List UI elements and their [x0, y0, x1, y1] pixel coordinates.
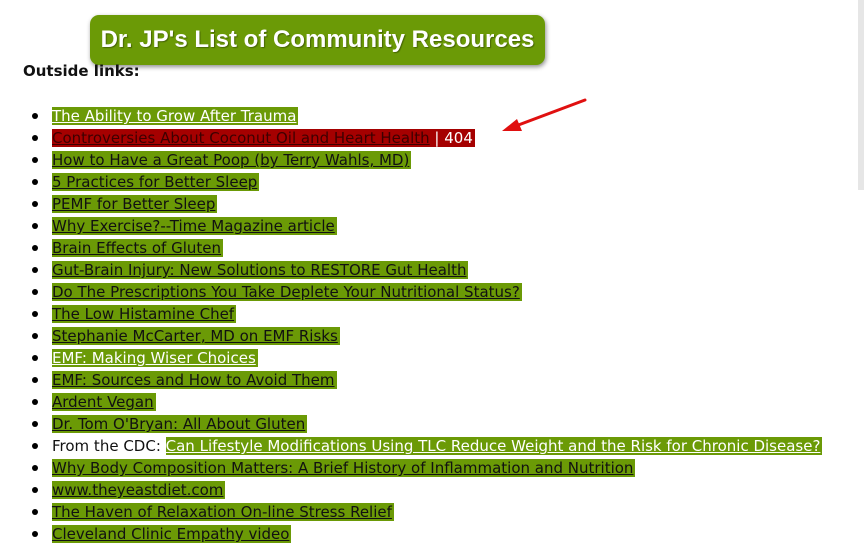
list-item: Dr. Tom O'Bryan: All About Gluten [0, 413, 822, 435]
resource-link[interactable]: Can Lifestyle Modifications Using TLC Re… [165, 437, 823, 455]
list-item: How to Have a Great Poop (by Terry Wahls… [0, 149, 822, 171]
resource-link[interactable]: The Low Histamine Chef [52, 305, 237, 323]
list-item: The Low Histamine Chef [0, 303, 822, 325]
resource-link[interactable]: Brain Effects of Gluten [52, 239, 223, 257]
bullet-dot-icon [32, 377, 38, 383]
bullet-dot-icon [32, 311, 38, 317]
resource-link[interactable]: Cleveland Clinic Empathy video [52, 525, 292, 543]
resource-link[interactable]: Why Exercise?--Time Magazine article [52, 217, 337, 235]
outside-links-list: The Ability to Grow After Trauma Controve… [0, 105, 823, 545]
list-item: PEMF for Better Sleep [0, 193, 822, 215]
bullet-dot-icon [32, 487, 38, 493]
page-title: Dr. JP's List of Community Resources [100, 26, 535, 53]
bullet-dot-icon [32, 289, 38, 295]
list-item: Why Body Composition Matters: A Brief Hi… [0, 457, 822, 479]
list-item: Gut-Brain Injury: New Solutions to RESTO… [0, 259, 822, 281]
bullet-dot-icon [32, 223, 38, 229]
list-item: www.theyeastdiet.com [0, 479, 822, 501]
list-item: Brain Effects of Gluten [0, 237, 822, 259]
section-label-outside-links: Outside links: [23, 62, 140, 80]
bullet-dot-icon [32, 465, 38, 471]
list-item: From the CDC: Can Lifestyle Modification… [0, 435, 823, 457]
link-prefix-text: From the CDC: [52, 437, 166, 455]
list-item: Ardent Vegan [0, 391, 822, 413]
bullet-dot-icon [32, 113, 38, 119]
bullet-dot-icon [32, 421, 38, 427]
list-item: EMF: Making Wiser Choices [0, 347, 822, 369]
list-item: The Ability to Grow After Trauma [0, 105, 822, 127]
bullet-dot-icon [32, 157, 38, 163]
resource-link[interactable]: How to Have a Great Poop (by Terry Wahls… [52, 151, 412, 169]
page-scrollbar[interactable] [858, 0, 864, 190]
resource-link[interactable]: 5 Practices for Better Sleep [52, 173, 260, 191]
bullet-dot-icon [32, 509, 38, 515]
broken-resource-link[interactable]: Controversies About Coconut Oil and Hear… [52, 129, 430, 147]
status-separator: | [429, 129, 445, 147]
resource-link[interactable]: The Ability to Grow After Trauma [52, 107, 299, 125]
list-item: Controversies About Coconut Oil and Hear… [0, 127, 822, 149]
red-arrow-icon [502, 98, 587, 131]
bullet-dot-icon [32, 245, 38, 251]
list-item: The Haven of Relaxation On-line Stress R… [0, 501, 822, 523]
list-item: EMF: Sources and How to Avoid Them [0, 369, 822, 391]
list-item: Why Exercise?--Time Magazine article [0, 215, 822, 237]
resource-link[interactable]: Gut-Brain Injury: New Solutions to RESTO… [52, 261, 469, 279]
resource-link[interactable]: Do The Prescriptions You Take Deplete Yo… [52, 283, 522, 301]
resource-link[interactable]: www.theyeastdiet.com [52, 481, 226, 499]
resource-link[interactable]: EMF: Making Wiser Choices [52, 349, 258, 367]
resource-link[interactable]: Stephanie McCarter, MD on EMF Risks [52, 327, 340, 345]
bullet-dot-icon [32, 201, 38, 207]
page-root: Dr. JP's List of Community Resources Out… [0, 0, 864, 560]
bullet-dot-icon [32, 267, 38, 273]
resource-link[interactable]: Dr. Tom O'Bryan: All About Gluten [52, 415, 308, 433]
page-title-banner: Dr. JP's List of Community Resources [90, 15, 545, 65]
list-item: 5 Practices for Better Sleep [0, 171, 822, 193]
bullet-dot-icon [32, 399, 38, 405]
bullet-dot-icon [32, 531, 38, 537]
status-badge: 404 [444, 129, 475, 147]
bullet-dot-icon [32, 333, 38, 339]
resource-link[interactable]: Why Body Composition Matters: A Brief Hi… [52, 459, 636, 477]
bullet-dot-icon [32, 179, 38, 185]
resource-link[interactable]: PEMF for Better Sleep [52, 195, 218, 213]
bullet-dot-icon [32, 135, 38, 141]
resource-link[interactable]: The Haven of Relaxation On-line Stress R… [52, 503, 394, 521]
list-item: Do The Prescriptions You Take Deplete Yo… [0, 281, 822, 303]
bullet-dot-icon [32, 443, 38, 449]
resource-link[interactable]: Ardent Vegan [52, 393, 156, 411]
list-item: Stephanie McCarter, MD on EMF Risks [0, 325, 822, 347]
bullet-dot-icon [32, 355, 38, 361]
resource-link[interactable]: EMF: Sources and How to Avoid Them [52, 371, 337, 389]
list-item: Cleveland Clinic Empathy video [0, 523, 822, 545]
